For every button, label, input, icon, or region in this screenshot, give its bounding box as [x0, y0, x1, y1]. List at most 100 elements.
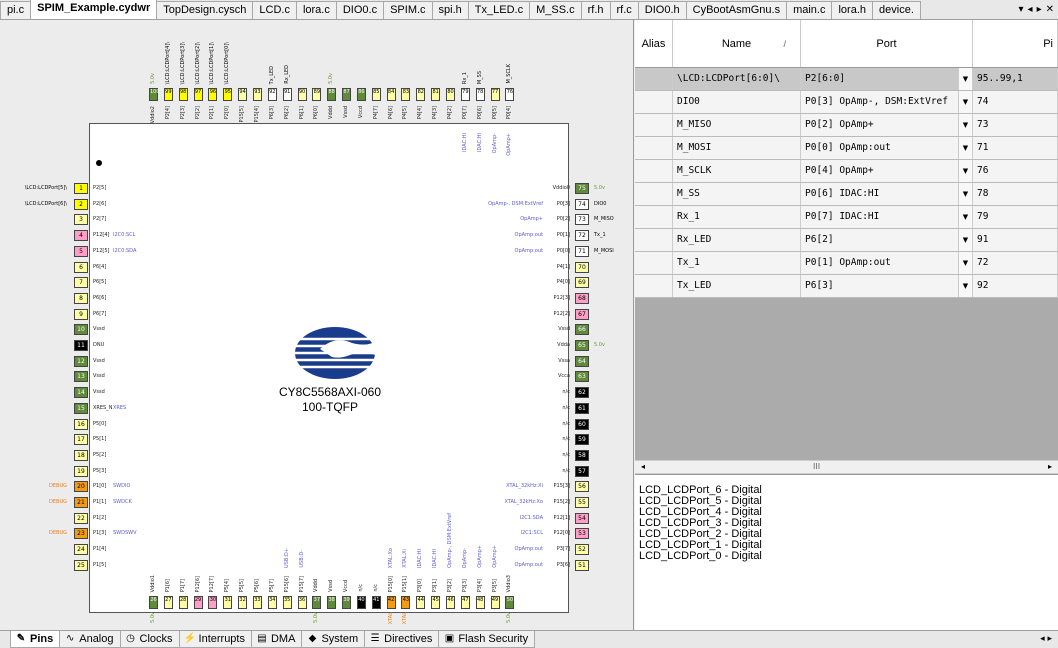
pin-cell[interactable]: 78: [973, 183, 1058, 205]
tab-system[interactable]: ◆ System: [301, 631, 366, 648]
port-dropdown-icon[interactable]: ▼: [959, 114, 973, 136]
pin-48[interactable]: 48: [475, 596, 485, 609]
port-cell[interactable]: P0[4] OpAmp+: [801, 160, 959, 182]
pin-35[interactable]: 35: [282, 596, 292, 609]
pin-cell[interactable]: 91: [973, 229, 1058, 251]
pin-81[interactable]: 81: [431, 88, 441, 101]
pin-16[interactable]: 16: [74, 418, 88, 430]
pin-7[interactable]: 7: [74, 277, 88, 289]
tab-12[interactable]: DIO0.h: [637, 1, 687, 19]
pin-56[interactable]: 56: [575, 481, 589, 493]
port-cell[interactable]: P0[2] OpAmp+: [801, 114, 959, 136]
pin-68[interactable]: 68: [575, 292, 589, 304]
tab-0[interactable]: pi.c: [0, 1, 32, 19]
pin-34[interactable]: 34: [267, 596, 277, 609]
port-dropdown-icon[interactable]: ▼: [959, 160, 973, 182]
pin-40[interactable]: 40: [356, 596, 366, 609]
pin-100[interactable]: 100: [149, 88, 160, 101]
pin-6[interactable]: 6: [74, 261, 88, 273]
pin-cell[interactable]: 92: [973, 275, 1058, 297]
port-cell[interactable]: P0[1] OpAmp:out: [801, 252, 959, 274]
pin-91[interactable]: 91: [282, 88, 292, 101]
pin-58[interactable]: 58: [575, 449, 589, 461]
pin-38[interactable]: 38: [327, 596, 337, 609]
pin-83[interactable]: 83: [401, 88, 411, 101]
pin-33[interactable]: 33: [252, 596, 262, 609]
port-dropdown-icon[interactable]: ▼: [959, 137, 973, 159]
table-row[interactable]: Tx_LED P6[3] ▼ 92: [635, 275, 1058, 298]
pin-74[interactable]: 74: [575, 198, 589, 210]
pin-46[interactable]: 46: [446, 596, 455, 609]
tab-14[interactable]: main.c: [786, 1, 833, 19]
col-name-header[interactable]: Name /: [673, 20, 801, 67]
name-cell[interactable]: Rx_1: [673, 206, 801, 228]
col-port-header[interactable]: Port: [801, 20, 973, 67]
alias-cell[interactable]: [635, 91, 673, 113]
pin-99[interactable]: 99: [163, 88, 173, 101]
alias-cell[interactable]: [635, 229, 673, 251]
pin-78[interactable]: 78: [475, 88, 485, 101]
pin-cell[interactable]: 95..99,1: [973, 68, 1058, 90]
table-row[interactable]: Rx_1 P0[7] IDAC:HI ▼ 79: [635, 206, 1058, 229]
pin-94[interactable]: 94: [238, 88, 248, 101]
pin-49[interactable]: 49: [490, 596, 500, 609]
pin-89[interactable]: 89: [312, 88, 322, 101]
table-row[interactable]: M_SCLK P0[4] OpAmp+ ▼ 76: [635, 160, 1058, 183]
pin-84[interactable]: 84: [386, 88, 396, 101]
col-alias-header[interactable]: Alias: [635, 20, 673, 67]
alias-cell[interactable]: [635, 114, 673, 136]
pin-57[interactable]: 57: [575, 465, 589, 477]
col-pin-header[interactable]: Pi: [973, 20, 1058, 67]
pin-87[interactable]: 87: [342, 88, 352, 101]
tab-6[interactable]: SPIM.c: [383, 1, 433, 19]
pin-39[interactable]: 39: [342, 596, 352, 609]
pin-1[interactable]: 1: [74, 183, 88, 194]
pin-97[interactable]: 97: [193, 88, 203, 101]
table-row[interactable]: Tx_1 P0[1] OpAmp:out ▼ 72: [635, 252, 1058, 275]
name-cell[interactable]: DIO0: [673, 91, 801, 113]
pin-67[interactable]: 67: [575, 308, 589, 320]
pin-29[interactable]: 29: [193, 596, 203, 609]
pin-93[interactable]: 93: [252, 88, 262, 101]
pin-cell[interactable]: 71: [973, 137, 1058, 159]
port-dropdown-icon[interactable]: ▼: [959, 252, 973, 274]
port-cell[interactable]: P0[0] OpAmp:out: [801, 137, 959, 159]
pin-42[interactable]: 42: [386, 596, 396, 609]
name-cell[interactable]: M_SS: [673, 183, 801, 205]
tab-13[interactable]: CyBootAsmGnu.s: [685, 1, 788, 19]
pin-62[interactable]: 62: [575, 387, 589, 399]
name-cell[interactable]: M_MISO: [673, 114, 801, 136]
port-cell[interactable]: P0[3] OpAmp-, DSM:ExtVref: [801, 91, 959, 113]
table-row[interactable]: \LCD:LCDPort[6:0]\ P2[6:0] ▼ 95..99,1: [635, 68, 1058, 91]
pin-cell[interactable]: 76: [973, 160, 1058, 182]
tab-16[interactable]: device.: [872, 1, 921, 19]
pin-86[interactable]: 86: [356, 88, 366, 101]
port-cell[interactable]: P2[6:0]: [801, 68, 959, 90]
table-row[interactable]: Rx_LED P6[2] ▼ 91: [635, 229, 1058, 252]
pin-44[interactable]: 44: [416, 596, 426, 609]
pin-cell[interactable]: 72: [973, 252, 1058, 274]
list-item[interactable]: LCD_LCDPort_0 - Digital: [635, 551, 1058, 562]
pin-3[interactable]: 3: [74, 214, 88, 226]
tab-menu-icon[interactable]: ▾: [1019, 1, 1024, 19]
tab-5[interactable]: DIO0.c: [335, 1, 385, 19]
pin-70[interactable]: 70: [575, 261, 589, 273]
pin-88[interactable]: 88: [327, 88, 337, 101]
scroll-right-icon[interactable]: ▸: [1048, 462, 1052, 471]
pin-30[interactable]: 30: [208, 596, 218, 609]
pin-26[interactable]: 26: [149, 596, 158, 609]
pin-54[interactable]: 54: [575, 512, 589, 524]
pin-61[interactable]: 61: [575, 402, 589, 414]
pin-18[interactable]: 18: [74, 449, 88, 461]
pin-82[interactable]: 82: [416, 88, 426, 101]
port-dropdown-icon[interactable]: ▼: [959, 229, 973, 251]
grid-horizontal-scrollbar[interactable]: ◂ III ▸: [635, 460, 1058, 474]
port-dropdown-icon[interactable]: ▼: [959, 206, 973, 228]
pin-cell[interactable]: 73: [973, 114, 1058, 136]
pin-98[interactable]: 98: [178, 88, 188, 101]
pin-90[interactable]: 90: [297, 88, 307, 101]
pin-11[interactable]: 11: [74, 340, 88, 351]
pin-53[interactable]: 53: [575, 528, 589, 540]
table-row[interactable]: M_MOSI P0[0] OpAmp:out ▼ 71: [635, 137, 1058, 160]
pin-27[interactable]: 27: [163, 596, 173, 609]
